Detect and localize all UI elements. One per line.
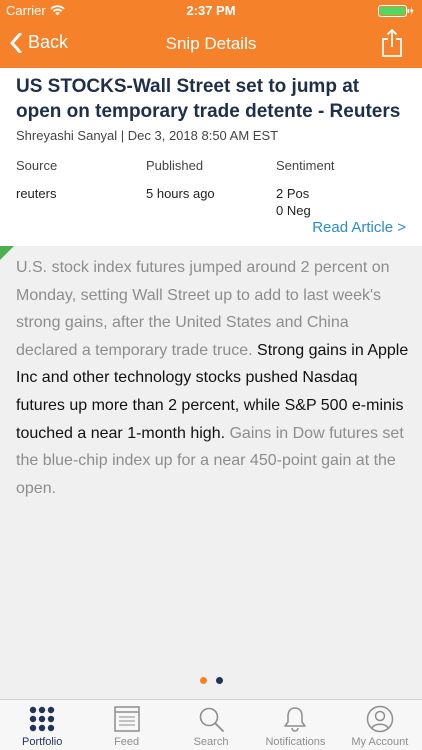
tab-feed[interactable]: Feed bbox=[84, 700, 168, 750]
battery-icon bbox=[378, 5, 414, 17]
tab-portfolio[interactable]: Portfolio bbox=[0, 700, 84, 750]
page-indicator bbox=[0, 677, 422, 684]
sentiment-negative: 0 Neg bbox=[276, 203, 311, 218]
tab-label: Feed bbox=[114, 736, 140, 748]
tab-my-account[interactable]: My Account bbox=[338, 700, 422, 750]
page-dot[interactable] bbox=[199, 677, 207, 684]
source-section: Source reuters bbox=[16, 158, 57, 202]
source-label: Source bbox=[16, 158, 58, 173]
tab-bar: Portfolio Feed Search Notifications My A… bbox=[0, 699, 422, 750]
tab-label: Search bbox=[193, 736, 229, 748]
search-icon bbox=[199, 707, 224, 732]
sentiment-positive: 2 Pos bbox=[276, 186, 310, 201]
article-byline: Shreyashi Sanyal | Dec 3, 2018 8:50 AM E… bbox=[16, 128, 279, 143]
source-value: reuters bbox=[16, 186, 57, 201]
published-value: 5 hours ago bbox=[146, 186, 215, 201]
navigation-bar: Back Snip Details bbox=[0, 22, 422, 68]
published-label: Published bbox=[146, 158, 204, 173]
top-bar: Carrier 2:37 PM Back Snip Details bbox=[0, 0, 422, 68]
page-title: Snip Details bbox=[165, 34, 257, 53]
snip-header-card: US STOCKS-Wall Street set to jump at ope… bbox=[0, 68, 422, 246]
sentiment-section: Sentiment 2 Pos 0 Neg bbox=[276, 158, 335, 219]
user-icon bbox=[366, 705, 394, 733]
article-headline: US STOCKS-Wall Street set to jump at ope… bbox=[16, 76, 401, 122]
article-body: U.S. stock index futures jumped around 2… bbox=[16, 254, 410, 502]
status-time: 2:37 PM bbox=[186, 3, 236, 18]
newspaper-icon bbox=[113, 706, 140, 732]
page-dot[interactable] bbox=[215, 677, 223, 684]
tab-label: My Account bbox=[351, 736, 409, 748]
tab-label: Portfolio bbox=[22, 736, 63, 748]
tab-notifications[interactable]: Notifications bbox=[253, 700, 337, 750]
tab-label: Notifications bbox=[265, 736, 326, 748]
read-article-link[interactable]: Read Article > bbox=[312, 219, 406, 236]
status-bar: Carrier 2:37 PM bbox=[0, 0, 422, 22]
bell-icon bbox=[284, 707, 307, 732]
sentiment-corner-marker bbox=[0, 246, 14, 260]
published-section: Published 5 hours ago bbox=[146, 158, 215, 202]
tab-search[interactable]: Search bbox=[169, 700, 253, 750]
sentiment-label: Sentiment bbox=[276, 158, 335, 173]
share-icon[interactable] bbox=[380, 28, 404, 58]
grid-icon bbox=[30, 706, 55, 732]
